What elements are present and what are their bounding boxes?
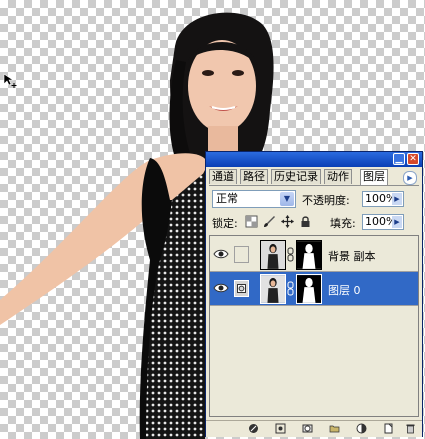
layer-mask-thumbnail — [296, 240, 322, 270]
brush-icon[interactable] — [263, 215, 276, 228]
tab-history[interactable]: 历史记录 — [271, 169, 321, 184]
layer-name[interactable]: 图层 0 — [328, 282, 361, 298]
eye-icon[interactable] — [213, 248, 229, 260]
tab-actions[interactable]: 动作 — [324, 169, 352, 184]
add-mask-icon[interactable] — [302, 423, 313, 434]
chain-link-icon[interactable] — [287, 281, 294, 296]
blend-row: 正常 ▼ 不透明度: 100% ▶ — [212, 190, 422, 210]
layer-name[interactable]: 背景 副本 — [328, 248, 376, 264]
close-button[interactable]: ✕ — [407, 153, 419, 165]
layer-mask-thumbnail — [296, 274, 322, 304]
opacity-label: 不透明度: — [302, 194, 350, 207]
fill-slider-arrow-icon[interactable]: ▶ — [392, 216, 402, 228]
opacity-slider-arrow-icon[interactable]: ▶ — [392, 193, 402, 205]
panel-bottom-toolbar — [206, 420, 422, 437]
layer-row-layer-0[interactable]: 图层 0 — [210, 272, 418, 306]
move-icon[interactable] — [281, 215, 294, 228]
panel-tabs: 通道 路径 历史记录 动作 图层 — [209, 169, 421, 185]
eye-icon[interactable] — [213, 282, 229, 294]
lock-row: 锁定: 填充: 100% ▶ — [212, 213, 422, 233]
lock-icon[interactable] — [299, 215, 312, 228]
chevron-down-icon[interactable]: ▼ — [280, 192, 294, 206]
fill-field[interactable]: 100% ▶ — [362, 214, 404, 230]
tab-channels[interactable]: 通道 — [209, 169, 237, 184]
lock-transparent-pixels-icon[interactable] — [245, 215, 258, 228]
photo-arm — [0, 160, 150, 325]
tab-paths[interactable]: 路径 — [240, 169, 268, 184]
move-cursor-icon — [3, 73, 17, 88]
layers-list: 背景 副本 图层 0 — [209, 235, 419, 417]
layers-panel: ▁ ✕ 通道 路径 历史记录 动作 图层 ▶ 正常 ▼ 不透明度: 100% ▶… — [205, 151, 423, 437]
spacer-icon — [331, 423, 342, 434]
fill-label: 填充: — [330, 217, 356, 230]
blend-mode-value: 正常 — [216, 192, 238, 205]
lock-label: 锁定: — [212, 217, 238, 230]
minimize-button[interactable]: ▁ — [393, 153, 405, 165]
layer-mask-link-icon[interactable] — [234, 280, 249, 297]
layer-row-background-copy[interactable]: 背景 副本 — [210, 238, 418, 272]
chain-link-icon[interactable] — [287, 247, 294, 262]
tab-divider — [209, 185, 419, 186]
new-layer-icon[interactable] — [383, 423, 394, 434]
link-layers-icon[interactable] — [248, 423, 259, 434]
layer-thumbnail — [260, 240, 286, 270]
trash-icon[interactable] — [405, 423, 416, 434]
panel-titlebar[interactable]: ▁ ✕ — [206, 152, 422, 167]
opacity-field[interactable]: 100% ▶ — [362, 191, 404, 207]
blend-mode-select[interactable]: 正常 ▼ — [212, 190, 296, 208]
panel-menu-arrow-icon[interactable]: ▶ — [403, 171, 417, 185]
add-layer-style-icon[interactable] — [275, 423, 286, 434]
layer-link-box[interactable] — [234, 246, 249, 263]
adjustment-layer-icon[interactable] — [356, 423, 367, 434]
tab-layers[interactable]: 图层 — [360, 169, 388, 185]
layer-thumbnail — [260, 274, 286, 304]
